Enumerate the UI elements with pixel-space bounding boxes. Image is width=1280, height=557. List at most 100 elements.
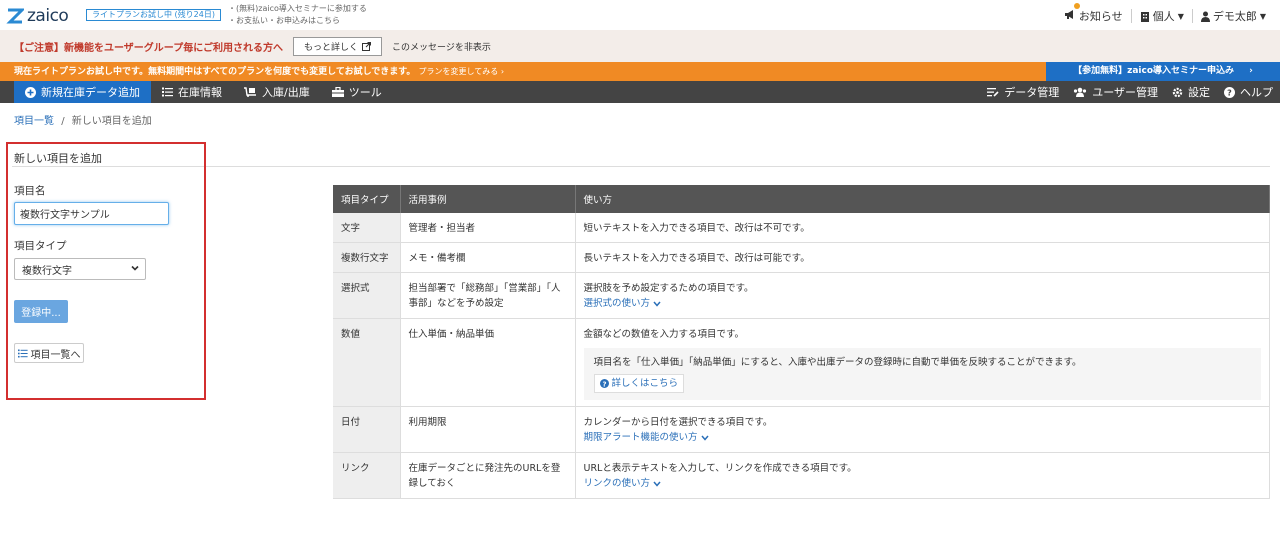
main-nav: 新規在庫データ追加 在庫情報 入庫/出庫 ツール データ管理 ユーザー管理 設定… (0, 81, 1280, 103)
change-plan-link[interactable]: プランを変更してみる › (419, 67, 505, 76)
link-howto-link[interactable]: リンクの使い方 (584, 476, 662, 491)
unit-price-hint: 項目名を「仕入単価」「納品単価」にすると、入庫や出庫データの登録時に自動で単価を… (583, 348, 1261, 400)
svg-text:?: ? (602, 380, 606, 388)
example-cell: 担当部署で「総務部」「営業部」「人事部」などを予め設定 (400, 272, 576, 319)
nav-settings-label: 設定 (1188, 86, 1210, 99)
type-cell: 数値 (333, 318, 401, 407)
type-cell: 日付 (333, 406, 401, 453)
usage-text: URLと表示テキストを入力して、リンクを作成できる項目です。 (583, 463, 857, 474)
usage-text: カレンダーから日付を選択できる項目です。 (583, 417, 773, 428)
user-name: デモ太郎 (1212, 10, 1257, 23)
nav-user-management[interactable]: ユーザー管理 (1066, 81, 1165, 103)
more-details-button[interactable]: もっと詳しく (293, 36, 383, 56)
nav-tools[interactable]: ツール (321, 81, 393, 103)
chevron-down-icon (700, 435, 709, 441)
breadcrumb-current: 新しい項目を追加 (71, 116, 152, 127)
building-icon (1140, 11, 1149, 22)
account-type-dropdown[interactable]: 個人 ▼ (1132, 8, 1192, 24)
breadcrumb-parent[interactable]: 項目一覧 (14, 116, 54, 127)
more-details-label: もっと詳しく (304, 42, 359, 53)
seminar-cta-label: 【参加無料】zaico導入セミナー申込み (1073, 66, 1235, 76)
nav-inventory[interactable]: 在庫情報 (151, 81, 233, 103)
header-example: 活用事例 (400, 185, 576, 213)
notification-dot (1073, 3, 1080, 9)
caution-text: 【ご注意】新機能をユーザーグループ毎にご利用される方へ (14, 42, 283, 54)
example-cell: 在庫データごとに発注先のURLを登録しておく (400, 452, 576, 499)
dolly-icon (244, 87, 256, 97)
caret-down-icon: ▼ (1177, 11, 1184, 21)
usage-cell: カレンダーから日付を選択できる項目です。 期限アラート機能の使い方 (575, 406, 1270, 453)
nav-new-item-label: 新規在庫データ追加 (41, 86, 140, 99)
megaphone-icon (1064, 3, 1080, 23)
item-type-table: 項目タイプ 活用事例 使い方 文字 管理者・担当者 短いテキストを入力できる項目… (333, 185, 1270, 499)
seminar-links: ・(無料)zaico導入セミナーに参加する ・お支払い・お申込みはこちら (228, 3, 367, 27)
usage-cell: 選択肢を予め設定するための項目です。 選択式の使い方 (575, 272, 1270, 319)
select-howto-link[interactable]: 選択式の使い方 (584, 296, 662, 311)
trial-badge[interactable]: ライトプランお試し中 (残り24日) (86, 9, 221, 21)
table-row: 複数行文字 メモ・備考欄 長いテキストを入力できる項目で、改行は可能です。 (333, 242, 1270, 273)
breadcrumb-separator: / (61, 116, 65, 127)
users-icon (1074, 87, 1087, 97)
nav-help-label: ヘルプ (1240, 86, 1273, 99)
edit-list-icon (987, 88, 999, 97)
expiry-alert-howto-label: 期限アラート機能の使い方 (583, 432, 698, 443)
account-type-label: 個人 (1152, 10, 1175, 23)
change-plan-label: プランを変更してみる (418, 67, 499, 76)
example-cell: 仕入単価・納品単価 (400, 318, 576, 407)
zaico-logo[interactable]: zaico (6, 6, 69, 26)
learn-more-button[interactable]: ? 詳しくはこちら (593, 374, 685, 393)
type-cell: リンク (333, 452, 401, 499)
table-row: リンク 在庫データごとに発注先のURLを登録しておく URLと表示テキストを入力… (333, 452, 1270, 499)
hide-message-link[interactable]: このメッセージを非表示 (392, 40, 491, 53)
user-menu[interactable]: デモ太郎 ▼ (1193, 8, 1274, 24)
type-cell: 選択式 (333, 272, 401, 319)
breadcrumb: 項目一覧 / 新しい項目を追加 (14, 112, 152, 127)
example-cell: メモ・備考欄 (400, 242, 576, 273)
top-bar: zaico ライトプランお試し中 (残り24日) ・(無料)zaico導入セミナ… (0, 0, 1280, 30)
usage-text: 選択肢を予め設定するための項目です。 (583, 283, 754, 294)
table-row: 数値 仕入単価・納品単価 金額などの数値を入力する項目です。 項目名を「仕入単価… (333, 318, 1270, 407)
svg-text:?: ? (1227, 88, 1232, 97)
chevron-down-icon (653, 481, 661, 487)
usage-cell: 長いテキストを入力できる項目で、改行は可能です。 (575, 242, 1270, 273)
seminar-cta-button[interactable]: 【参加無料】zaico導入セミナー申込み › (1046, 62, 1280, 81)
type-cell: 文字 (333, 213, 401, 243)
question-circle-icon: ? (599, 379, 609, 388)
list-icon (162, 87, 173, 97)
table-row: 日付 利用期限 カレンダーから日付を選択できる項目です。 期限アラート機能の使い… (333, 406, 1270, 453)
notifications-button[interactable]: お知らせ (1056, 3, 1131, 24)
highlight-annotation-box (6, 142, 206, 400)
chevron-right-icon: › (1249, 66, 1253, 76)
nav-help[interactable]: ? ヘルプ (1217, 81, 1280, 103)
payment-link[interactable]: ・お支払い・お申込みはこちら (228, 15, 367, 27)
expiry-alert-howto-link[interactable]: 期限アラート機能の使い方 (584, 430, 709, 445)
caution-banner: 【ご注意】新機能をユーザーグループ毎にご利用される方へ もっと詳しく このメッセ… (0, 30, 1280, 62)
nav-settings[interactable]: 設定 (1165, 81, 1217, 103)
nav-inventory-label: 在庫情報 (178, 86, 222, 99)
caret-down-icon: ▼ (1259, 11, 1266, 21)
nav-in-out-label: 入庫/出庫 (262, 86, 310, 99)
nav-data-management-label: データ管理 (1004, 86, 1060, 99)
header-type: 項目タイプ (333, 185, 401, 213)
nav-new-item[interactable]: 新規在庫データ追加 (14, 81, 151, 103)
trial-banner-text: 現在ライトプランお試し中です。無料期間中はすべてのプランを何度でも変更してお試し… (14, 67, 416, 77)
header-usage: 使い方 (575, 185, 1270, 213)
table-row: 選択式 担当部署で「総務部」「営業部」「人事部」などを予め設定 選択肢を予め設定… (333, 272, 1270, 319)
top-right-menu: お知らせ 個人 ▼ デモ太郎 ▼ (1056, 3, 1274, 24)
zaico-logo-icon (6, 8, 24, 24)
notifications-label: お知らせ (1078, 10, 1123, 23)
nav-tools-label: ツール (348, 86, 382, 99)
logo-text: zaico (27, 6, 69, 26)
nav-in-out[interactable]: 入庫/出庫 (233, 81, 321, 103)
plus-circle-icon (25, 86, 36, 98)
question-circle-icon: ? (1224, 86, 1235, 98)
link-howto-label: リンクの使い方 (583, 478, 651, 489)
type-cell: 複数行文字 (333, 242, 401, 273)
gear-icon (1172, 87, 1183, 97)
learn-more-label: 詳しくはこちら (611, 378, 679, 389)
usage-cell: URLと表示テキストを入力して、リンクを作成できる項目です。 リンクの使い方 (575, 452, 1270, 499)
nav-data-management[interactable]: データ管理 (980, 81, 1066, 103)
seminar-link[interactable]: ・(無料)zaico導入セミナーに参加する (228, 3, 367, 15)
select-howto-label: 選択式の使い方 (583, 298, 651, 309)
external-link-icon (362, 41, 372, 51)
